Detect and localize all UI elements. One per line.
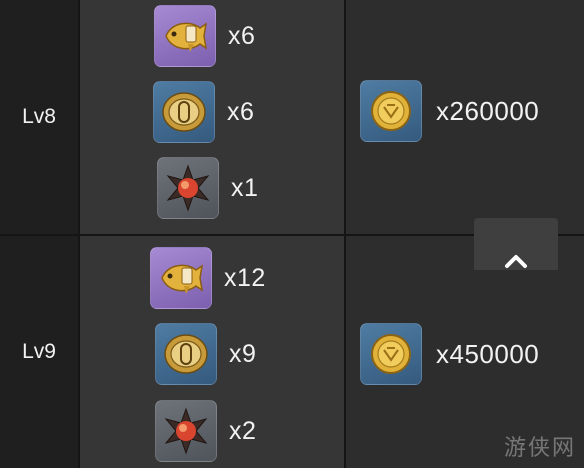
- material-item: x6: [154, 5, 255, 67]
- table-row-lv9: Lv9 x12 x9 x2 x450000: [0, 236, 584, 468]
- material-item: x2: [155, 400, 256, 462]
- golden-fish-icon[interactable]: [154, 5, 216, 67]
- material-item: x9: [155, 323, 256, 385]
- watermark: 游侠网: [503, 435, 576, 460]
- materials-cell: x6 x6 x1: [80, 0, 344, 234]
- upgrade-cost-table: Lv8 x6 x6 x1 x260000 Lv9 x12 x9 x2 x4500…: [0, 0, 584, 468]
- column-divider: [344, 0, 346, 468]
- material-item: x12: [150, 247, 266, 309]
- coin-cost: x450000: [360, 323, 539, 385]
- material-quantity: x9: [229, 339, 257, 368]
- gold-ring-emblem-icon[interactable]: [155, 323, 217, 385]
- coin-quantity: x450000: [436, 338, 540, 369]
- golden-fish-icon[interactable]: [150, 247, 212, 309]
- level-label: Lv9: [0, 236, 78, 468]
- cost-cell: x260000: [346, 0, 584, 234]
- material-quantity: x6: [228, 21, 256, 50]
- material-quantity: x6: [227, 97, 255, 126]
- coin-icon[interactable]: [360, 323, 422, 385]
- material-item: x6: [153, 81, 254, 143]
- red-star-crystal-icon[interactable]: [155, 400, 217, 462]
- coin-cost: x260000: [360, 80, 539, 142]
- table-row-lv8: Lv8 x6 x6 x1 x260000: [0, 0, 584, 234]
- material-quantity: x2: [229, 416, 257, 445]
- materials-cell: x12 x9 x2: [80, 236, 344, 468]
- material-item: x1: [157, 157, 258, 219]
- red-star-crystal-icon[interactable]: [157, 157, 219, 219]
- level-label: Lv8: [0, 0, 78, 234]
- material-quantity: x12: [224, 263, 266, 292]
- coin-quantity: x260000: [436, 95, 540, 126]
- column-divider: [78, 0, 80, 468]
- chevron-up-icon: [505, 255, 527, 268]
- scroll-to-top-button[interactable]: [474, 218, 558, 270]
- coin-icon[interactable]: [360, 80, 422, 142]
- material-quantity: x1: [231, 173, 259, 202]
- gold-ring-emblem-icon[interactable]: [153, 81, 215, 143]
